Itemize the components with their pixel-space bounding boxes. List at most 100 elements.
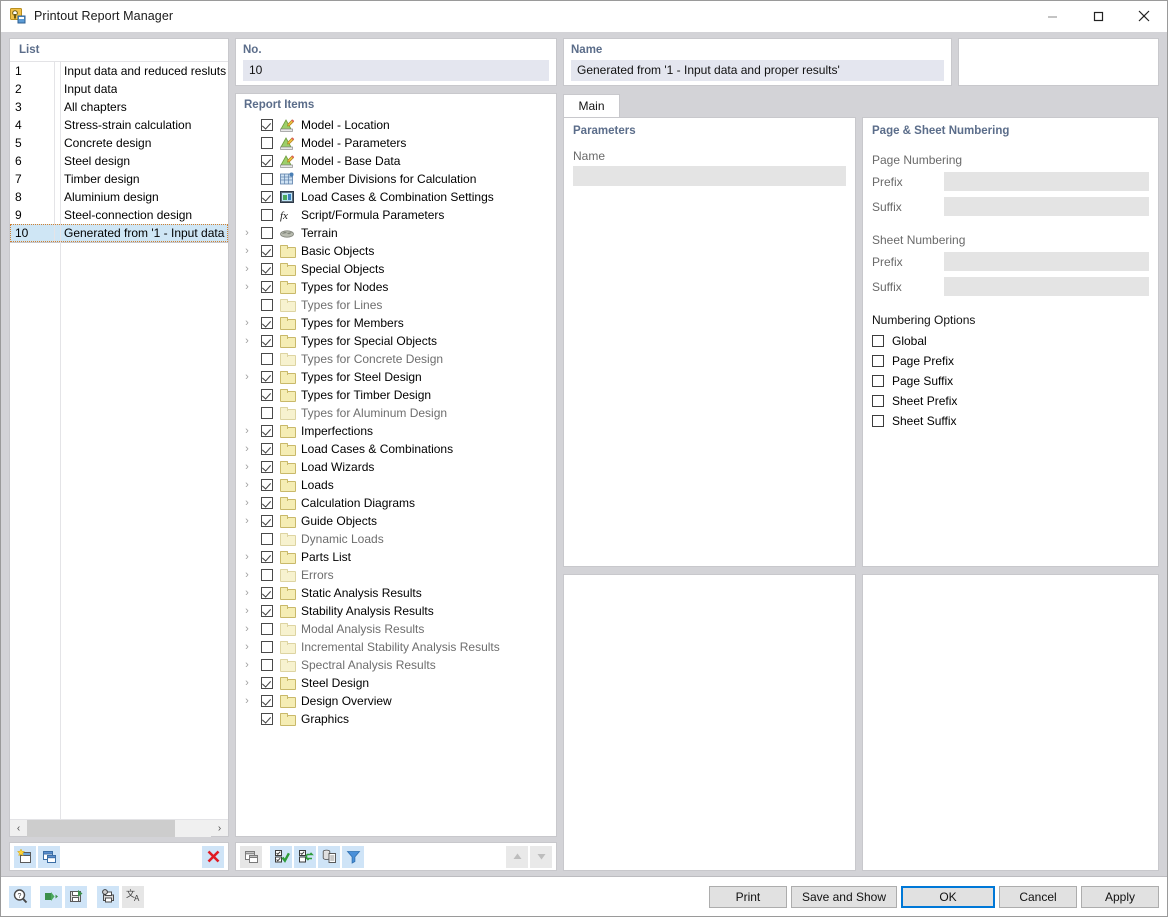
tree-item-checkbox[interactable] <box>261 389 273 401</box>
tree-item-checkbox[interactable] <box>261 263 273 275</box>
tree-item-checkbox[interactable] <box>261 299 273 311</box>
scrollbar-track[interactable] <box>27 819 211 837</box>
tree-item[interactable]: › Terrain <box>236 224 556 242</box>
numbering-option-checkbox[interactable] <box>872 375 884 387</box>
numbering-option-row[interactable]: Global <box>863 331 1158 351</box>
numbering-option-checkbox[interactable] <box>872 355 884 367</box>
numbering-option-row[interactable]: Page Prefix <box>863 351 1158 371</box>
chevron-right-icon[interactable]: › <box>240 674 254 692</box>
sheet-prefix-input[interactable] <box>944 252 1149 271</box>
select-all-button[interactable] <box>270 845 292 868</box>
tree-item[interactable]: › Special Objects <box>236 260 556 278</box>
chevron-right-icon[interactable]: › <box>240 314 254 332</box>
tree-item[interactable]: › Load Wizards <box>236 458 556 476</box>
tree-item-checkbox[interactable] <box>261 695 273 707</box>
scrollbar-thumb[interactable] <box>27 819 175 837</box>
name-field-input[interactable]: Generated from '1 - Input data and prope… <box>571 60 944 81</box>
invert-selection-button[interactable] <box>294 845 316 868</box>
chevron-right-icon[interactable]: › <box>240 656 254 674</box>
tree-item-checkbox[interactable] <box>261 155 273 167</box>
list-item[interactable]: 8 Aluminium design <box>10 188 228 206</box>
tree-item[interactable]: › Imperfections <box>236 422 556 440</box>
chevron-right-icon[interactable]: › <box>240 692 254 710</box>
minimize-button[interactable] <box>1029 1 1075 32</box>
tree-item[interactable]: fx Script/Formula Parameters <box>236 206 556 224</box>
list-item[interactable]: 10 Generated from '1 - Input data a <box>10 224 228 242</box>
tree-item-checkbox[interactable] <box>261 119 273 131</box>
tree-item-checkbox[interactable] <box>261 551 273 563</box>
chevron-right-icon[interactable]: › <box>240 278 254 296</box>
tree-item-checkbox[interactable] <box>261 335 273 347</box>
list-item[interactable]: 6 Steel design <box>10 152 228 170</box>
tree-item-checkbox[interactable] <box>261 677 273 689</box>
tree-item[interactable]: Types for Concrete Design <box>236 350 556 368</box>
tree-item[interactable]: › Design Overview <box>236 692 556 710</box>
tree-item[interactable]: › Parts List <box>236 548 556 566</box>
page-prefix-input[interactable] <box>944 172 1149 191</box>
tree-item[interactable]: Model - Parameters <box>236 134 556 152</box>
maximize-button[interactable] <box>1075 1 1121 32</box>
tree-item[interactable]: › Incremental Stability Analysis Results <box>236 638 556 656</box>
tree-item-checkbox[interactable] <box>261 173 273 185</box>
chevron-right-icon[interactable]: › <box>240 440 254 458</box>
tab-main[interactable]: Main <box>563 94 620 117</box>
move-up-button[interactable] <box>506 845 528 868</box>
tree-item-checkbox[interactable] <box>261 407 273 419</box>
tree-item[interactable]: Graphics <box>236 710 556 728</box>
tree-item-checkbox[interactable] <box>261 569 273 581</box>
tree-item[interactable]: › Types for Members <box>236 314 556 332</box>
filter-button[interactable] <box>342 845 364 868</box>
list-horizontal-scrollbar[interactable]: ‹ › <box>10 819 228 837</box>
tree-item[interactable]: › Types for Special Objects <box>236 332 556 350</box>
tree-item-checkbox[interactable] <box>261 515 273 527</box>
list-item[interactable]: 4 Stress-strain calculation <box>10 116 228 134</box>
page-suffix-input[interactable] <box>944 197 1149 216</box>
duplicate-item-button[interactable] <box>240 845 262 868</box>
list-item[interactable]: 5 Concrete design <box>10 134 228 152</box>
copy-report-button[interactable] <box>38 845 60 868</box>
tree-item-checkbox[interactable] <box>261 191 273 203</box>
chevron-right-icon[interactable]: › <box>240 332 254 350</box>
tree-item-checkbox[interactable] <box>261 371 273 383</box>
tree-item[interactable]: › Errors <box>236 566 556 584</box>
list-item[interactable]: 1 Input data and reduced resluts <box>10 62 228 80</box>
help-button[interactable]: ? <box>9 885 31 908</box>
numbering-option-checkbox[interactable] <box>872 395 884 407</box>
scroll-left-arrow-icon[interactable]: ‹ <box>10 820 27 837</box>
chevron-right-icon[interactable]: › <box>240 476 254 494</box>
tree-item-checkbox[interactable] <box>261 209 273 221</box>
tree-item-checkbox[interactable] <box>261 425 273 437</box>
cancel-button[interactable]: Cancel <box>999 885 1077 908</box>
no-field-input[interactable]: 10 <box>243 60 549 81</box>
report-items-tree[interactable]: Model - Location Model - Parameters Model … <box>236 115 556 836</box>
tree-item-checkbox[interactable] <box>261 659 273 671</box>
numbering-option-row[interactable]: Sheet Suffix <box>863 411 1158 431</box>
chevron-right-icon[interactable]: › <box>240 422 254 440</box>
chevron-right-icon[interactable]: › <box>240 260 254 278</box>
chevron-right-icon[interactable]: › <box>240 638 254 656</box>
scroll-right-arrow-icon[interactable]: › <box>211 820 228 837</box>
copy-to-clipboard-button[interactable] <box>318 845 340 868</box>
tree-item[interactable]: › Basic Objects <box>236 242 556 260</box>
new-report-button[interactable] <box>14 845 36 868</box>
language-button[interactable]: 文 A <box>122 885 144 908</box>
tree-item[interactable]: › Calculation Diagrams <box>236 494 556 512</box>
tree-item[interactable]: › Modal Analysis Results <box>236 620 556 638</box>
chevron-right-icon[interactable]: › <box>240 494 254 512</box>
tree-item[interactable]: › Guide Objects <box>236 512 556 530</box>
tree-item[interactable]: Member Divisions for Calculation <box>236 170 556 188</box>
tree-item[interactable]: Types for Lines <box>236 296 556 314</box>
chevron-right-icon[interactable]: › <box>240 224 254 242</box>
chevron-right-icon[interactable]: › <box>240 512 254 530</box>
ok-button[interactable]: OK <box>901 885 995 908</box>
parameters-name-input[interactable] <box>573 166 846 186</box>
tree-item[interactable]: Model - Base Data <box>236 152 556 170</box>
tree-item[interactable]: Load Cases & Combination Settings <box>236 188 556 206</box>
chevron-right-icon[interactable]: › <box>240 566 254 584</box>
tree-item-checkbox[interactable] <box>261 497 273 509</box>
delete-report-button[interactable] <box>202 845 224 868</box>
print-button[interactable]: Print <box>708 885 787 908</box>
tree-item-checkbox[interactable] <box>261 623 273 635</box>
save-and-show-button[interactable]: Save and Show <box>790 885 897 908</box>
list-item[interactable]: 9 Steel-connection design <box>10 206 228 224</box>
